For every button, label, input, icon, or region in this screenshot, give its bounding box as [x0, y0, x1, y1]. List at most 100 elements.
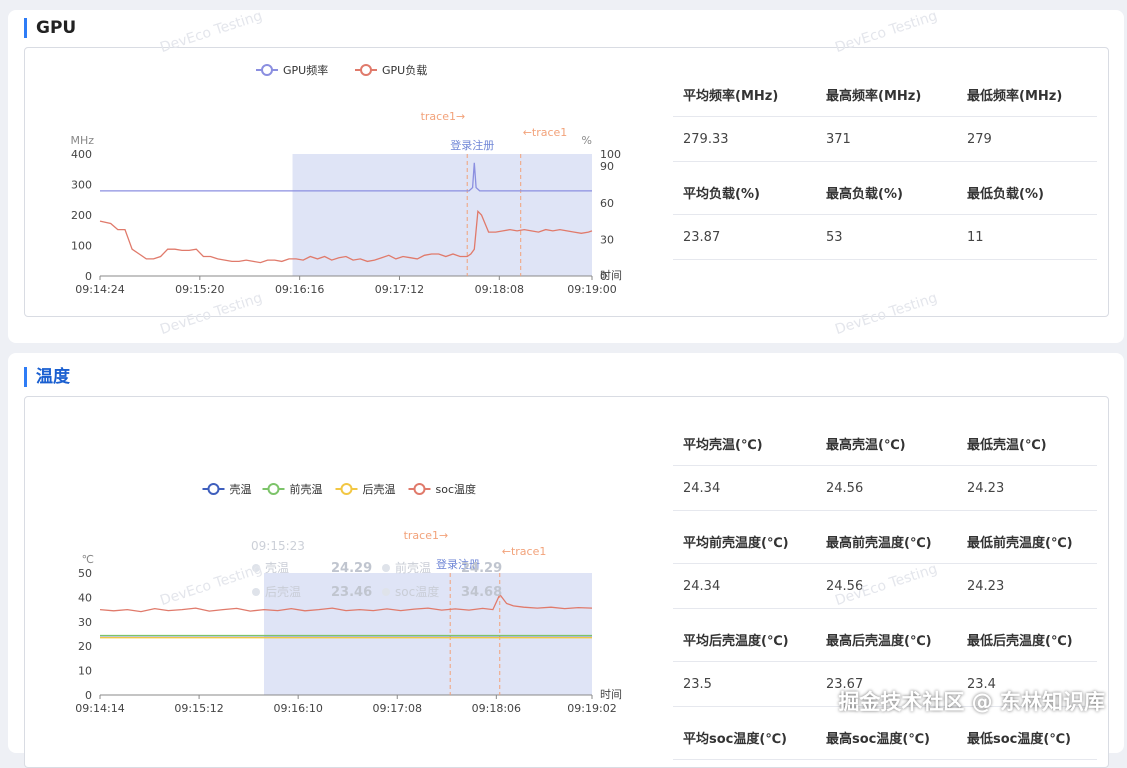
- temperature-stat-header-row: 平均壳温(℃) 最高壳温(℃) 最低壳温(℃): [673, 421, 1097, 466]
- y-left-tick-label: 50: [78, 567, 92, 580]
- gpu-chart: GPU频率 GPU负载登录注册09:14:24 09:15:20 09:16:16 09…: [70, 63, 622, 296]
- gpu-stat-value-row: 23.87 53 11: [673, 215, 1097, 260]
- temperature-stat-value: 24.56: [826, 578, 864, 594]
- tooltip-series-value: 24.29: [461, 561, 502, 576]
- trace-marker-label: trace1→: [404, 529, 449, 542]
- temperature-stat-value-row: 24.34 24.56 24.23: [673, 564, 1097, 609]
- gpu-stat-value: 371: [826, 131, 851, 147]
- legend-marker: [207, 483, 220, 495]
- temperature-stat-label: 最高soc温度(℃): [826, 731, 931, 747]
- gpu-stat-header-row: 平均负载(%) 最高负载(%) 最低负载(%): [673, 170, 1097, 215]
- gpu-stat-value-row: 279.33 371 279: [673, 117, 1097, 162]
- y-left-tick-label: 40: [78, 591, 92, 604]
- temperature-stat-value-row: 24.34 24.56 24.23: [673, 466, 1097, 511]
- tooltip-dot: [252, 588, 260, 596]
- x-tick-label: 09:19:00: [567, 283, 616, 296]
- temperature-stat-label: 最低壳温(℃): [967, 437, 1047, 453]
- temperature-stat-value: 24.34: [683, 578, 721, 594]
- tooltip-series-name: 后壳温: [265, 585, 301, 599]
- y-left-tick-label: 10: [78, 665, 92, 678]
- legend-marker: [267, 483, 280, 495]
- legend-label: soc温度: [436, 482, 477, 496]
- tooltip-series-value: 23.46: [331, 585, 372, 600]
- legend-label: GPU负载: [382, 63, 427, 77]
- gpu-stat-value: 53: [826, 229, 843, 245]
- x-tick-label: 09:18:06: [472, 702, 521, 715]
- y-right-tick-label: 90: [600, 160, 614, 173]
- y-left-axis-label: ℃: [82, 553, 94, 566]
- y-left-tick-label: 400: [71, 148, 92, 161]
- y-left-tick-label: 20: [78, 640, 92, 653]
- gpu-stat-value: 279: [967, 131, 992, 147]
- temperature-stat-header-row: 平均前壳温度(℃) 最高前壳温度(℃) 最低前壳温度(℃): [673, 519, 1097, 564]
- gpu-section-title: GPU: [24, 18, 76, 38]
- legend-label: 前壳温: [290, 482, 323, 496]
- x-tick-label: 09:19:02: [567, 702, 616, 715]
- gpu-stat-value: 279.33: [683, 131, 729, 147]
- gpu-card: GPU GPU频率 GPU负载 登录注册 09:14:24 09:15:20 09:16:…: [8, 8, 1124, 343]
- temperature-chart: 壳温 前壳温 后壳温 soc温度登录注册09:14:14 09:15:12 09:16:1…: [75, 482, 622, 715]
- x-tick-label: 09:17:08: [373, 702, 422, 715]
- tooltip-series-name: 前壳温: [395, 560, 431, 575]
- tooltip-series-value: 34.68: [461, 585, 502, 600]
- x-tick-label: 09:16:10: [273, 702, 322, 715]
- tooltip-series-name: soc温度: [395, 584, 439, 599]
- tooltip-series-name: 壳温: [265, 561, 289, 575]
- tooltip-dot: [382, 588, 390, 596]
- y-left-tick-label: 0: [85, 689, 92, 702]
- temperature-stat-header-row: 平均soc温度(℃) 最高soc温度(℃) 最低soc温度(℃): [673, 715, 1097, 760]
- y-left-tick-label: 300: [71, 179, 92, 192]
- corner-watermark: 掘金技术社区 @ 东林知识库: [838, 690, 1105, 714]
- temperature-stat-label: 最低后壳温度(℃): [967, 633, 1073, 649]
- y-left-tick-label: 30: [78, 616, 92, 629]
- y-right-axis-label: %: [582, 134, 592, 147]
- gpu-stat-label: 最低负载(%): [967, 186, 1044, 202]
- x-tick-label: 09:15:12: [174, 702, 223, 715]
- temperature-stat-label: 最高壳温(℃): [826, 437, 906, 453]
- temperature-stat-value: 24.23: [967, 480, 1005, 496]
- y-right-tick-label: 0: [600, 270, 607, 283]
- x-tick-label: 09:15:20: [175, 283, 224, 296]
- legend-marker: [413, 483, 426, 495]
- temperature-stat-header-row: 平均后壳温度(℃) 最高后壳温度(℃) 最低后壳温度(℃): [673, 617, 1097, 662]
- temperature-stat-value: 23.5: [683, 676, 712, 692]
- x-tick-label: 09:14:14: [75, 702, 124, 715]
- trace-marker-label: ←trace1: [502, 545, 547, 558]
- y-left-tick-label: 0: [85, 270, 92, 283]
- gpu-panel: GPU频率 GPU负载 登录注册 09:14:24 09:15:20 09:16:16 09…: [24, 47, 1109, 317]
- tooltip-series-value: 24.29: [331, 561, 372, 576]
- temperature-stat-value: 24.34: [683, 480, 721, 496]
- tooltip-time: 09:15:23: [251, 539, 305, 553]
- y-right-tick-label: 100: [600, 148, 621, 161]
- tooltip-dot: [252, 564, 260, 572]
- gpu-stat-value: 23.87: [683, 229, 721, 245]
- x-axis-label: 时间: [600, 688, 622, 701]
- legend-label: 后壳温: [363, 482, 396, 496]
- temperature-stat-label: 平均soc温度(℃): [683, 731, 788, 747]
- y-right-tick-label: 30: [600, 233, 614, 246]
- temperature-stat-label: 平均前壳温度(℃): [683, 535, 789, 551]
- gpu-stat-label: 最高频率(MHz): [826, 88, 922, 104]
- temperature-stat-label: 平均后壳温度(℃): [683, 633, 789, 649]
- y-left-tick-label: 200: [71, 209, 92, 222]
- temperature-stat-label: 最低soc温度(℃): [967, 731, 1072, 747]
- x-tick-label: 09:18:08: [475, 283, 524, 296]
- x-tick-label: 09:16:16: [275, 283, 324, 296]
- x-tick-label: 09:17:12: [375, 283, 424, 296]
- temperature-stat-label: 最高前壳温度(℃): [826, 535, 932, 551]
- legend-marker: [340, 483, 353, 495]
- legend-label: GPU频率: [283, 63, 328, 77]
- gpu-stat-header-row: 平均频率(MHz) 最高频率(MHz) 最低频率(MHz): [673, 72, 1097, 117]
- legend-label: 壳温: [230, 482, 252, 496]
- gpu-stat-label: 最低频率(MHz): [967, 88, 1063, 104]
- temperature-stat-label: 最低前壳温度(℃): [967, 535, 1073, 551]
- legend-marker: [261, 64, 273, 76]
- gpu-stats-table: 平均频率(MHz) 最高频率(MHz) 最低频率(MHz) 279.33 371 279 平…: [673, 72, 1097, 268]
- y-left-axis-label: MHz: [70, 134, 94, 147]
- gpu-stat-label: 平均频率(MHz): [683, 88, 779, 104]
- y-right-tick-label: 60: [600, 197, 614, 210]
- temperature-section-title: 温度: [24, 367, 70, 387]
- trace-marker-label: trace1→: [421, 110, 466, 123]
- y-left-tick-label: 100: [71, 240, 92, 253]
- gpu-stat-label: 平均负载(%): [683, 186, 760, 202]
